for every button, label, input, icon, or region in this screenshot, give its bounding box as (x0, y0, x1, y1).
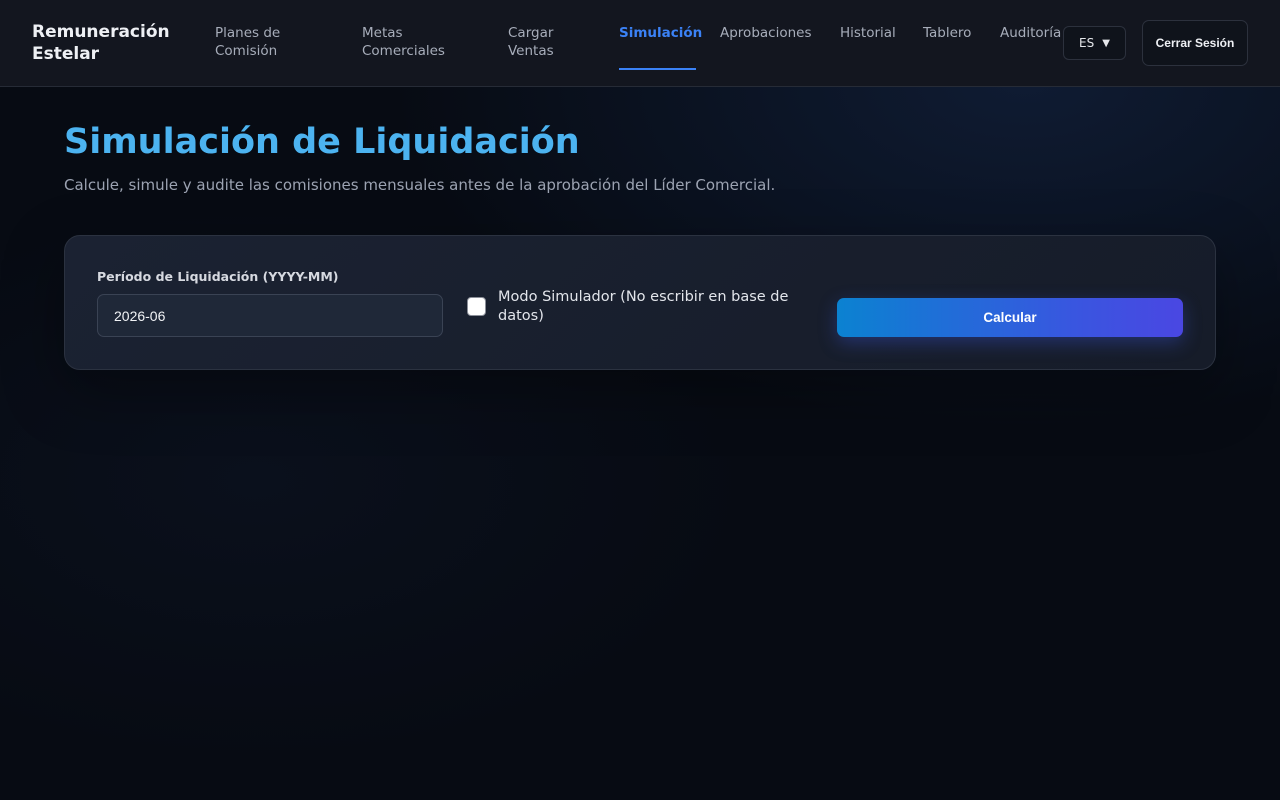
language-select[interactable]: ES ▼ (1063, 26, 1126, 60)
period-field-label: Período de Liquidación (YYYY-MM) (97, 269, 339, 284)
top-navbar: Remuneración Estelar Planes de Comisión … (0, 0, 1280, 87)
logout-button[interactable]: Cerrar Sesión (1142, 20, 1248, 66)
nav-item-planes-de-comision[interactable]: Planes de Comisión (215, 24, 335, 60)
nav-item-simulacion[interactable]: Simulación (619, 24, 702, 42)
nav-item-auditoria[interactable]: Auditoría (1000, 24, 1061, 42)
nav-item-aprobaciones[interactable]: Aprobaciones (720, 24, 812, 42)
nav-item-historial[interactable]: Historial (840, 24, 896, 42)
nav-item-metas-comerciales[interactable]: Metas Comerciales (362, 24, 472, 60)
nav-active-indicator (619, 68, 696, 70)
settlement-form-card: Período de Liquidación (YYYY-MM) Modo Si… (64, 235, 1216, 370)
page-subtitle: Calcule, simule y audite las comisiones … (64, 176, 776, 194)
chevron-down-icon: ▼ (1102, 37, 1110, 49)
brand-logo-text[interactable]: Remuneración Estelar (32, 21, 182, 65)
period-input[interactable] (97, 294, 443, 337)
simulator-mode-label[interactable]: Modo Simulador (No escribir en base de d… (498, 288, 818, 326)
nav-item-cargar-ventas[interactable]: Cargar Ventas (508, 24, 588, 60)
simulator-mode-checkbox[interactable] (467, 297, 486, 316)
language-select-value: ES (1079, 36, 1095, 50)
nav-item-tablero[interactable]: Tablero (923, 24, 971, 42)
calculate-button[interactable]: Calcular (837, 298, 1183, 337)
page-title: Simulación de Liquidación (64, 122, 580, 162)
